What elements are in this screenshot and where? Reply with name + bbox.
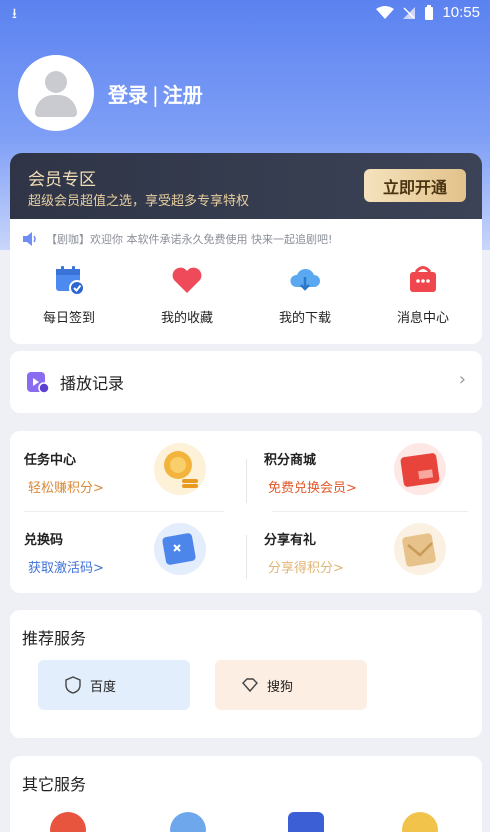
- vip-subtitle: 超级会员超值之选，享受超多专享特权: [28, 194, 250, 209]
- notice-bar[interactable]: 【剧咖】欢迎你 本软件承诺永久免费使用 快来一起追剧吧!: [22, 231, 332, 247]
- shortcut-panel: 【剧咖】欢迎你 本软件承诺永久免费使用 快来一起追剧吧! 每日签到 我的收藏 我…: [10, 219, 482, 344]
- shortcut-messages[interactable]: 消息中心: [364, 263, 482, 326]
- vip-banner[interactable]: 会员专区 超级会员超值之选，享受超多专享特权 立即开通: [10, 153, 482, 221]
- task-title: 积分商城: [264, 453, 317, 468]
- task-subtitle: 获取激活码>: [28, 561, 104, 576]
- shortcut-favorites[interactable]: 我的收藏: [128, 263, 246, 326]
- avatar[interactable]: [18, 55, 94, 131]
- service-label: 搜狗: [267, 679, 294, 695]
- task-subtitle: 分享得积分>: [268, 561, 344, 576]
- download-icon: ⭳: [12, 6, 17, 22]
- status-bar: ⭳ 10:55: [0, 0, 490, 28]
- task-center[interactable]: 任务中心 轻松赚积分>: [10, 431, 230, 501]
- service-icon[interactable]: [170, 812, 206, 832]
- service-icon[interactable]: [402, 812, 438, 832]
- share-gift[interactable]: 分享有礼 分享得积分>: [250, 511, 470, 581]
- speaker-icon: [23, 232, 36, 246]
- recommend-title: 推荐服务: [22, 629, 87, 648]
- task-subtitle: 轻松赚积分>: [28, 481, 104, 496]
- shortcut-checkin[interactable]: 每日签到: [10, 263, 128, 326]
- message-box-icon: [410, 266, 436, 292]
- task-grid: 任务中心 轻松赚积分> 积分商城 免费兑换会员> 兑换码 获取激活码> 分享有礼…: [10, 431, 482, 593]
- vip-open-button[interactable]: 立即开通: [364, 169, 466, 202]
- service-label: 百度: [90, 679, 117, 695]
- task-subtitle: 免费兑换会员>: [268, 481, 357, 496]
- task-title: 分享有礼: [264, 533, 317, 548]
- redeem-code[interactable]: 兑换码 获取激活码>: [10, 511, 230, 581]
- profile-section: 登录 | 注册: [18, 55, 203, 131]
- service-icon[interactable]: [50, 812, 86, 832]
- play-history-row[interactable]: 播放记录 ›: [10, 351, 482, 413]
- red-ticket-icon: [394, 443, 446, 495]
- task-title: 兑换码: [24, 533, 64, 548]
- cloud-download-icon: [290, 268, 320, 291]
- login-link[interactable]: 登录: [108, 83, 148, 107]
- service-icon[interactable]: [288, 812, 324, 832]
- gold-coins-icon: [154, 443, 206, 495]
- notice-text: 【剧咖】欢迎你 本软件承诺永久免费使用 快来一起追剧吧!: [46, 233, 333, 246]
- avatar-body: [35, 95, 77, 117]
- wifi-icon: [376, 5, 395, 19]
- shortcut-label: 每日签到: [42, 311, 95, 326]
- clock: 10:55: [442, 4, 480, 21]
- signal-icon: [403, 6, 416, 19]
- chevron-right-icon: ›: [458, 369, 466, 390]
- divider: [246, 535, 247, 579]
- shortcut-label: 我的下载: [278, 311, 331, 326]
- avatar-head: [45, 71, 67, 93]
- vip-title: 会员专区: [28, 170, 96, 190]
- play-history-icon: [27, 372, 50, 394]
- gift-envelope-icon: [394, 523, 446, 575]
- recommend-section: 推荐服务 百度 搜狗: [10, 610, 482, 738]
- login-register[interactable]: 登录 | 注册: [108, 79, 203, 108]
- service-baidu[interactable]: 百度: [38, 660, 190, 710]
- code-card-icon: [154, 523, 206, 575]
- login-separator: |: [152, 82, 159, 107]
- points-mall[interactable]: 积分商城 免费兑换会员>: [250, 431, 470, 501]
- other-services-section: 其它服务: [10, 756, 482, 832]
- divider: [246, 459, 247, 503]
- other-services-title: 其它服务: [22, 775, 87, 794]
- diamond-icon: [242, 678, 258, 693]
- play-history-label: 播放记录: [60, 374, 125, 393]
- service-sogou[interactable]: 搜狗: [215, 660, 367, 710]
- shortcut-label: 消息中心: [396, 311, 449, 326]
- calendar-check-icon: [56, 266, 85, 296]
- shortcut-downloads[interactable]: 我的下载: [246, 263, 364, 326]
- register-link[interactable]: 注册: [163, 83, 203, 107]
- task-title: 任务中心: [24, 453, 77, 468]
- battery-icon: [425, 4, 434, 20]
- shortcut-label: 我的收藏: [160, 311, 213, 326]
- heart-icon: [172, 267, 202, 293]
- shield-icon: [65, 676, 81, 694]
